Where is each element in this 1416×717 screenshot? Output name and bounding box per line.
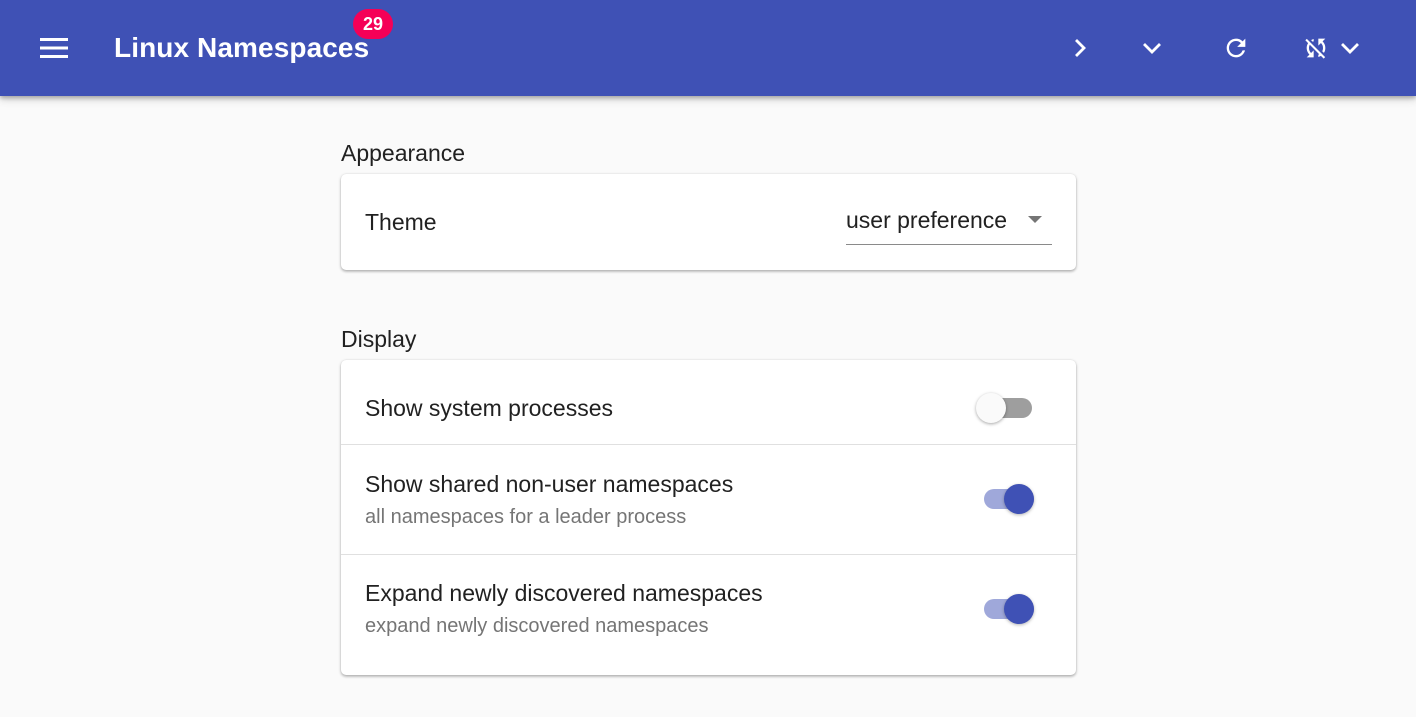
chevron-down-icon (1143, 43, 1161, 54)
chevron-right-icon (1075, 39, 1086, 57)
list-item-description: expand newly discovered namespaces (365, 615, 709, 637)
show-shared-namespaces-switch[interactable] (978, 479, 1038, 519)
theme-select-value: user preference (846, 207, 1008, 233)
switch-thumb (1004, 484, 1034, 514)
app-title: Linux Namespaces (114, 32, 370, 63)
list-item-label: Expand newly discovered namespaces (365, 580, 763, 606)
expand-button[interactable] (1056, 24, 1104, 72)
switch-thumb (976, 393, 1006, 423)
switch-thumb (1004, 594, 1034, 624)
app-bar: Linux Namespaces 29 (0, 0, 1416, 96)
auto-refresh-menu-button[interactable] (1294, 24, 1370, 72)
dropdown-arrow-icon (1028, 216, 1042, 223)
expand-new-namespaces-switch[interactable] (978, 589, 1038, 629)
show-system-processes-switch[interactable] (976, 388, 1036, 428)
theme-select[interactable]: user preference (846, 202, 1052, 245)
list-item-description: all namespaces for a leader process (365, 506, 687, 528)
theme-label: Theme (365, 209, 437, 235)
namespace-count-badge: 29 (353, 9, 393, 39)
display-card: Show system processes Show shared non-us… (341, 360, 1076, 675)
chevron-down-icon (1341, 43, 1359, 54)
menu-button[interactable] (30, 24, 78, 72)
list-item[interactable]: Expand newly discovered namespaces expan… (341, 555, 1076, 675)
list-item[interactable]: Show system processes (341, 360, 1076, 444)
refresh-button[interactable] (1212, 24, 1260, 72)
list-item-label: Show system processes (365, 395, 613, 421)
menu-icon (40, 38, 68, 58)
appearance-section-label: Appearance (341, 140, 466, 166)
theme-row: Theme user preference (341, 174, 1076, 270)
display-section-label: Display (341, 326, 417, 352)
refresh-icon (1226, 38, 1246, 58)
sync-disabled-icon (1305, 38, 1326, 59)
appearance-card: Theme user preference (341, 174, 1076, 270)
expand-all-button[interactable] (1128, 24, 1176, 72)
list-item[interactable]: Show shared non-user namespaces all name… (341, 445, 1076, 554)
list-item-label: Show shared non-user namespaces (365, 471, 734, 497)
